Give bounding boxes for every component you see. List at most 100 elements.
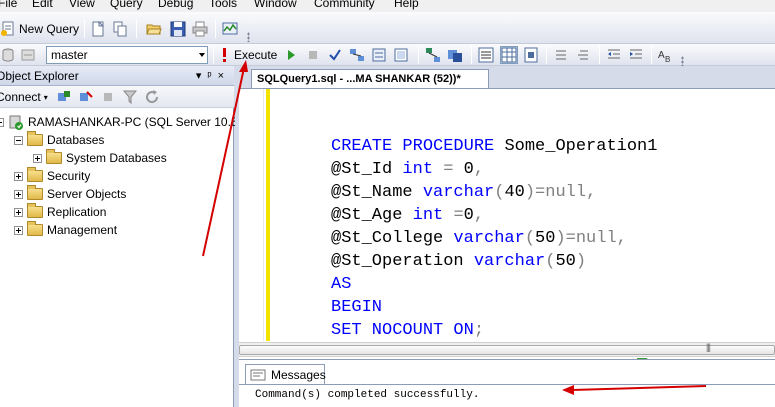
- exclamation-icon: [219, 47, 231, 63]
- menu-window[interactable]: Window: [254, 0, 297, 10]
- toolbar-separator: [136, 20, 137, 38]
- parse-button[interactable]: [327, 46, 343, 64]
- expand-icon[interactable]: [14, 207, 23, 217]
- code-line: @St_Id int = 0,: [331, 160, 485, 179]
- type-varchar: varchar: [422, 183, 495, 202]
- tree-node-system-databases[interactable]: System Databases: [33, 149, 167, 166]
- expand-icon[interactable]: [14, 189, 23, 199]
- menu-debug[interactable]: Debug: [158, 0, 193, 10]
- increase-indent-button[interactable]: [628, 46, 644, 64]
- object-explorer-header: Object Explorer ▾ᵖ×: [0, 66, 234, 86]
- new-file-button[interactable]: [90, 20, 106, 38]
- activity-monitor-icon: [222, 21, 238, 37]
- query-options-icon: [371, 47, 387, 63]
- stop-icon: [100, 89, 116, 105]
- paren: (: [494, 183, 505, 202]
- cancel-query-button[interactable]: [305, 46, 321, 64]
- tree-node-replication-label: Replication: [47, 205, 107, 219]
- menu-edit[interactable]: Edit: [32, 0, 53, 10]
- menu-help[interactable]: Help: [394, 0, 419, 10]
- execute-button[interactable]: Execute: [219, 46, 277, 64]
- decrease-indent-button[interactable]: [606, 46, 622, 64]
- new-query-icon: [0, 21, 16, 37]
- print-button[interactable]: [192, 20, 208, 38]
- code-line: BEGIN: [331, 296, 708, 319]
- comment-out-button[interactable]: [553, 46, 569, 64]
- toolbar-separator: [546, 46, 547, 64]
- collapse-icon[interactable]: [14, 135, 23, 145]
- tab-messages-label: Messages: [271, 367, 326, 382]
- standard-toolbar: New Query: [0, 12, 775, 44]
- execute-label: Execute: [234, 48, 278, 62]
- database-select[interactable]: master: [46, 46, 208, 64]
- chevron-down-icon: [199, 53, 205, 57]
- debug-button[interactable]: [283, 46, 299, 64]
- specify-template-values-button[interactable]: AB: [657, 46, 673, 64]
- open-file-button[interactable]: [146, 20, 162, 38]
- save-button[interactable]: [170, 20, 186, 38]
- menu-community[interactable]: Community: [314, 0, 375, 10]
- database-icon: [0, 47, 16, 63]
- expand-icon[interactable]: [14, 171, 23, 181]
- include-actual-plan-button[interactable]: [425, 46, 441, 64]
- tab-messages[interactable]: Messages: [245, 364, 326, 384]
- tree-node-management[interactable]: Management: [14, 221, 117, 238]
- client-statistics-icon: [447, 47, 463, 63]
- folder-icon: [27, 185, 43, 200]
- tree-node-security[interactable]: Security: [14, 167, 90, 184]
- tab-sqlquery1[interactable]: SQLQuery1.sql - ...MA SHANKAR (52))*: [251, 69, 489, 88]
- menu-tools[interactable]: Tools: [209, 0, 237, 10]
- activity-monitor-button[interactable]: [222, 20, 238, 38]
- code-line: @St_Operation varchar(50): [331, 252, 587, 271]
- connect-button[interactable]: Connect ▾: [0, 88, 48, 106]
- tree-node-databases[interactable]: Databases: [14, 131, 104, 148]
- menu-query[interactable]: Query: [110, 0, 143, 10]
- menu-bar: File Edit View Query Debug Tools Window …: [0, 0, 775, 12]
- uncomment-button[interactable]: [575, 46, 591, 64]
- stop-button[interactable]: [100, 88, 116, 106]
- comma: ,: [473, 206, 485, 225]
- print-icon: [192, 21, 208, 37]
- tree-node-replication[interactable]: Replication: [14, 203, 107, 220]
- query-options-button[interactable]: [371, 46, 387, 64]
- estimated-plan-button[interactable]: [349, 46, 365, 64]
- scrollbar-thumb[interactable]: [239, 342, 775, 355]
- results-to-grid-button[interactable]: [500, 46, 518, 64]
- tree-node-server-objects[interactable]: Server Objects: [14, 185, 126, 202]
- filter-button[interactable]: [122, 88, 138, 106]
- operator: =: [453, 206, 464, 225]
- collapse-icon[interactable]: [0, 117, 4, 127]
- client-statistics-button[interactable]: [447, 46, 463, 64]
- refresh-button[interactable]: [144, 88, 160, 106]
- horizontal-scrollbar[interactable]: [239, 342, 775, 357]
- parameter: @St_Age: [331, 206, 403, 225]
- toolbar-overflow-icon[interactable]: [681, 56, 684, 66]
- pin-icon[interactable]: ᵖ: [207, 70, 217, 82]
- expand-icon[interactable]: [14, 225, 23, 235]
- code-line: @St_College varchar(50)=null,: [331, 229, 627, 248]
- connect-object-explorer-button[interactable]: [56, 88, 72, 106]
- toolbar-overflow-icon[interactable]: [247, 32, 250, 42]
- server-icon: [8, 114, 24, 130]
- type-int: int: [412, 206, 444, 225]
- disconnect-button[interactable]: [78, 88, 94, 106]
- new-query-label: New Query: [19, 22, 80, 36]
- intellisense-button[interactable]: [393, 46, 409, 64]
- paren: ): [575, 252, 587, 271]
- toolbar-separator: [84, 20, 85, 38]
- comma: ,: [473, 160, 485, 179]
- new-query-button[interactable]: New Query: [0, 20, 79, 38]
- results-to-file-button[interactable]: [523, 46, 539, 64]
- menu-view[interactable]: View: [69, 0, 95, 10]
- expand-icon[interactable]: [33, 153, 42, 163]
- close-icon[interactable]: ×: [218, 70, 230, 82]
- results-to-text-button[interactable]: [478, 46, 494, 64]
- copy-button[interactable]: [112, 20, 128, 38]
- window-position-icon[interactable]: ▾: [196, 70, 208, 82]
- change-connection-button[interactable]: [20, 46, 36, 64]
- menu-file[interactable]: File: [0, 0, 17, 10]
- connect-icon: [56, 89, 72, 105]
- tree-node-server[interactable]: RAMASHANKAR-PC (SQL Server 10.50: [0, 114, 244, 130]
- toolbar-separator: [599, 46, 600, 64]
- available-databases-icon-button[interactable]: [0, 46, 16, 64]
